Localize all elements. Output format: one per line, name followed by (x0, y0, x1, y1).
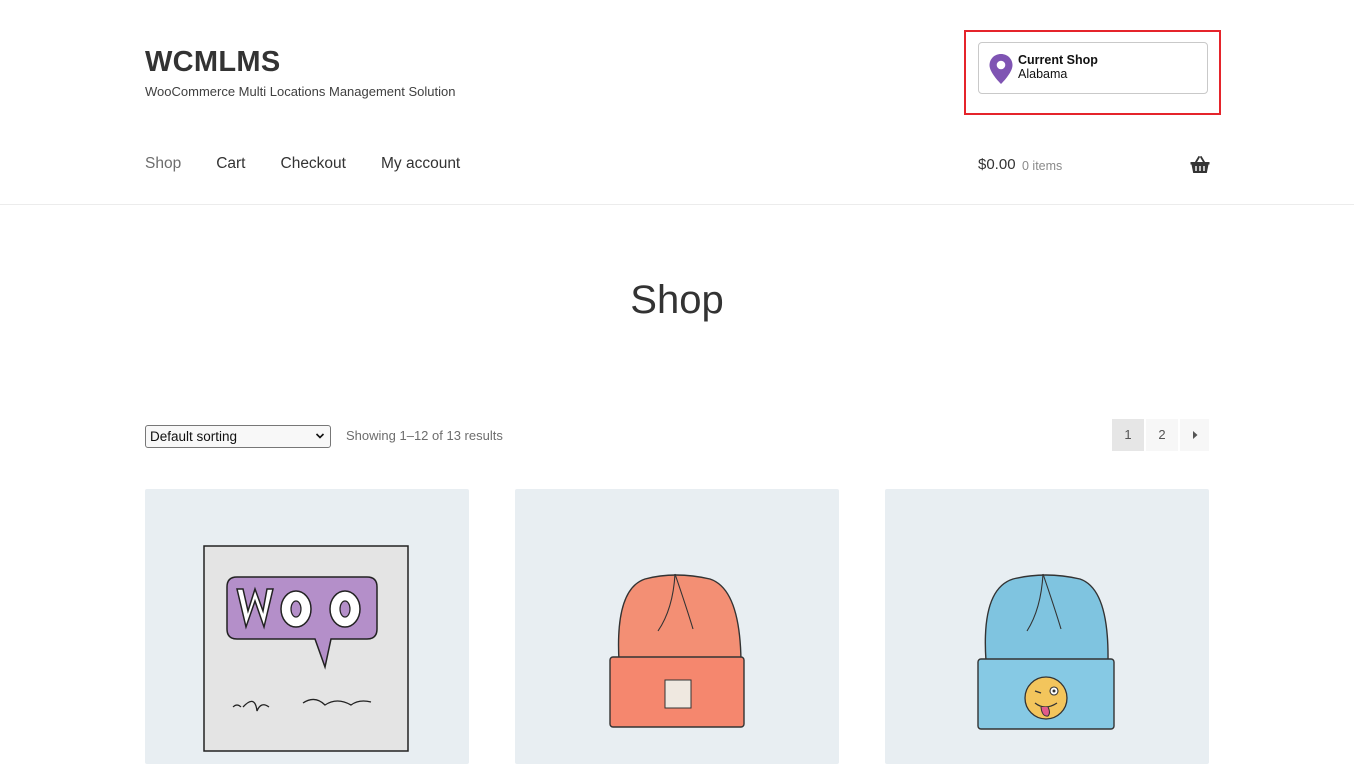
nav-item-checkout[interactable]: Checkout (281, 154, 346, 174)
woo-album-cover-image[interactable] (145, 489, 469, 764)
cart-total[interactable]: $0.00 (978, 155, 1016, 175)
page-title: Shop (630, 278, 724, 322)
pagination-next[interactable] (1180, 419, 1209, 451)
site-description: WooCommerce Multi Locations Management S… (145, 84, 456, 99)
basket-icon[interactable] (1190, 156, 1210, 174)
product-card[interactable] (145, 489, 469, 764)
product-card[interactable] (515, 489, 839, 764)
result-count: Showing 1–12 of 13 results (346, 428, 503, 443)
pagination-page-1[interactable]: 1 (1112, 419, 1144, 451)
caret-right-icon (1192, 431, 1197, 439)
primary-navigation: Shop Cart Checkout My account (145, 154, 495, 174)
header-divider (0, 204, 1354, 205)
product-card[interactable] (885, 489, 1209, 764)
cart-item-count[interactable]: 0 items (1022, 157, 1062, 175)
blue-beanie-image[interactable] (885, 489, 1209, 764)
pagination-page-2[interactable]: 2 (1146, 419, 1178, 451)
site-title[interactable]: WCMLMS (145, 44, 281, 80)
sort-select-value: Default sorting (150, 429, 238, 444)
orange-beanie-image[interactable] (515, 489, 839, 764)
nav-item-my-account[interactable]: My account (381, 154, 460, 174)
sort-select[interactable]: Default sorting (145, 425, 331, 448)
current-shop-label: Current Shop (1018, 53, 1098, 67)
current-shop-value: Alabama (1018, 67, 1068, 81)
nav-item-cart[interactable]: Cart (216, 154, 245, 174)
nav-item-shop[interactable]: Shop (145, 154, 181, 174)
map-pin-icon (989, 54, 1013, 84)
chevron-down-icon (315, 433, 325, 439)
